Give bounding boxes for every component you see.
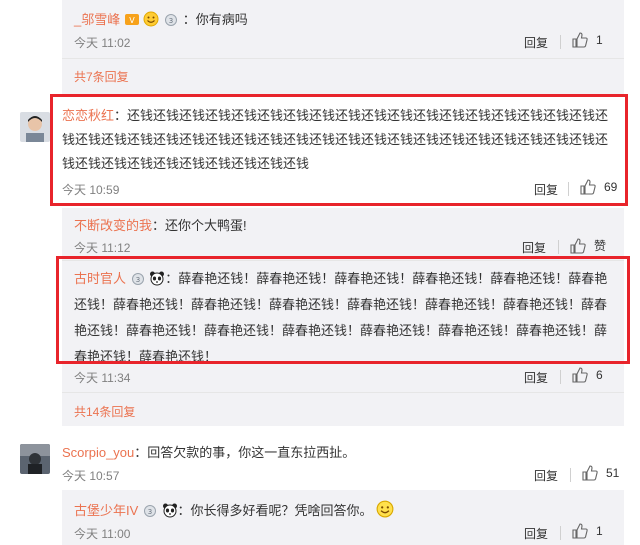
thumb-up-icon	[570, 237, 586, 254]
reply-item: 古时官人 3 ：薛春艳还钱！薛春艳还钱！薛春艳还钱！薛春艳还钱！薛春艳还钱！薛春…	[74, 266, 612, 370]
smile-emoji-icon	[376, 500, 394, 518]
vip-badge-icon: V	[124, 12, 144, 27]
reply-author[interactable]: 不断改变的我	[74, 218, 152, 233]
more-replies-link[interactable]: 共7条回复	[74, 68, 129, 85]
like-count: 69	[604, 180, 618, 194]
like-count: 51	[606, 466, 620, 480]
comment-text: ：回答欠款的事，你这一直东拉西扯。	[134, 445, 356, 460]
like-button[interactable]: 赞	[570, 237, 606, 254]
reply-button[interactable]: 回复	[534, 181, 558, 198]
reply-button[interactable]: 回复	[524, 369, 548, 386]
medal-icon: 3	[163, 12, 183, 27]
like-button[interactable]: 1	[572, 523, 603, 539]
like-count: 1	[596, 33, 603, 47]
reply-item: 古堡少年IV 3 ：你长得多好看呢？凭啥回答你。	[74, 499, 394, 523]
comment-text: ：还钱还钱还钱还钱还钱还钱还钱还钱还钱还钱还钱还钱还钱还钱还钱还钱还钱还钱还钱还…	[62, 108, 609, 171]
thumb-up-icon	[572, 32, 588, 48]
reply-button[interactable]: 回复	[524, 34, 548, 51]
reply-author[interactable]: 古堡少年IV	[74, 503, 138, 518]
more-replies-link[interactable]: 共14条回复	[74, 403, 135, 420]
comment-body: 恋恋秋红：还钱还钱还钱还钱还钱还钱还钱还钱还钱还钱还钱还钱还钱还钱还钱还钱还钱还…	[62, 104, 618, 176]
smile-emoji-icon	[143, 11, 163, 27]
panda-icon	[149, 271, 165, 286]
reply-text: ：你长得多好看呢？凭啥回答你。	[177, 503, 373, 518]
svg-text:3: 3	[169, 17, 173, 25]
reply-author[interactable]: 古时官人	[74, 271, 126, 286]
thumb-up-icon	[572, 367, 588, 383]
comment-author[interactable]: Scorpio_you	[62, 445, 134, 460]
divider	[62, 260, 624, 261]
reply-time: 今天 11:34	[74, 371, 131, 385]
divider	[62, 392, 624, 393]
reply-time: 今天 11:00	[74, 527, 131, 541]
like-count: 1	[596, 524, 603, 538]
comment-author[interactable]: 恋恋秋红	[62, 108, 114, 123]
reply-time: 今天 11:02	[74, 36, 131, 50]
divider	[560, 526, 561, 540]
svg-text:3: 3	[135, 276, 139, 284]
reply-button[interactable]: 回复	[534, 467, 558, 484]
like-count: 6	[596, 368, 603, 382]
medal-icon: 3	[142, 503, 158, 518]
divider	[560, 370, 561, 384]
thumb-up-icon	[580, 179, 596, 195]
medal-icon: 3	[130, 271, 146, 286]
divider	[570, 468, 571, 482]
like-button[interactable]: 1	[572, 32, 603, 48]
like-button[interactable]: 51	[582, 465, 619, 481]
divider	[558, 240, 559, 254]
divider	[62, 58, 624, 59]
thumb-up-icon	[582, 465, 598, 481]
svg-text:3: 3	[148, 508, 152, 516]
reply-item: _邬雪峰 V 3 ：你有病吗	[74, 8, 248, 32]
reply-text: ：你有病吗	[182, 12, 248, 27]
like-label: 赞	[594, 239, 607, 253]
reply-author[interactable]: _邬雪峰	[74, 12, 120, 27]
thumb-up-icon	[572, 523, 588, 539]
divider	[568, 182, 569, 196]
reply-button[interactable]: 回复	[524, 525, 548, 542]
avatar[interactable]	[20, 444, 50, 474]
comment-time: 今天 10:59	[62, 183, 120, 197]
svg-text:V: V	[129, 16, 135, 25]
reply-button[interactable]: 回复	[522, 239, 546, 256]
comment-body: Scorpio_you：回答欠款的事，你这一直东拉西扯。	[62, 441, 355, 465]
like-button[interactable]: 69	[580, 179, 617, 195]
like-button[interactable]: 6	[572, 367, 603, 383]
reply-time: 今天 11:12	[74, 241, 131, 255]
panda-icon	[162, 503, 178, 518]
reply-item: 不断改变的我：还你个大鸭蛋!	[74, 214, 247, 238]
avatar[interactable]	[20, 112, 50, 142]
divider	[560, 35, 561, 49]
comment-time: 今天 10:57	[62, 469, 120, 483]
reply-text: ：还你个大鸭蛋!	[152, 218, 247, 233]
